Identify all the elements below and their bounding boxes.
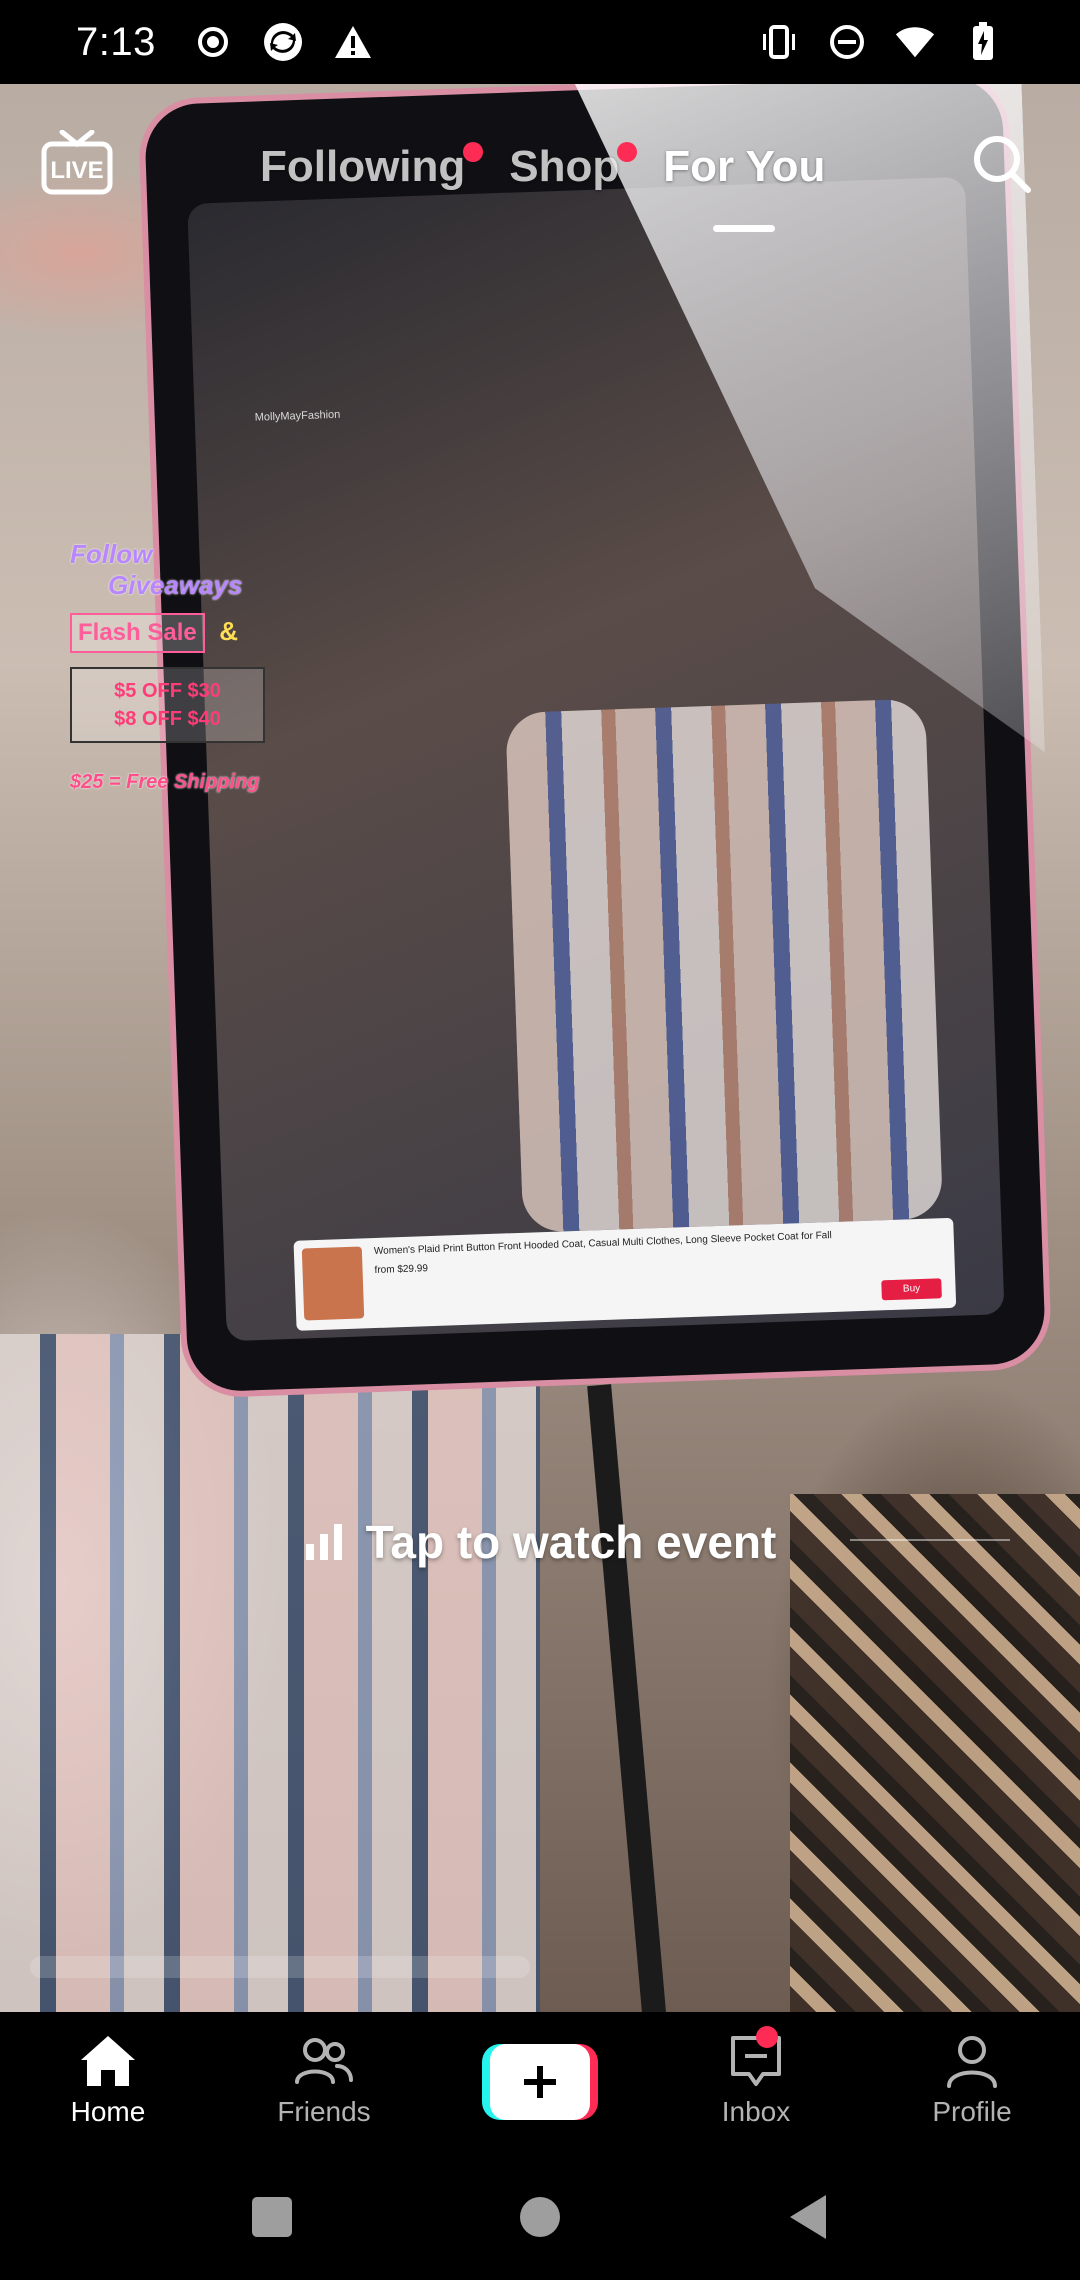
create-button[interactable] [482, 2044, 598, 2120]
back-button[interactable] [784, 2193, 832, 2241]
status-time: 7:13 [76, 19, 156, 64]
status-bar: 7:13 [0, 0, 1080, 84]
plus-icon [524, 2066, 556, 2098]
tap-to-watch-text: Tap to watch event [365, 1516, 777, 1568]
promo-flash-sale: Flash Sale [70, 613, 205, 653]
video-progress-track[interactable] [30, 1956, 530, 1978]
screen-product-card: Women's Plaid Print Button Front Hooded … [293, 1217, 957, 1331]
tripod-pole [587, 1384, 667, 2012]
promo-discount-2: $8 OFF $40 [114, 708, 221, 730]
square-icon [252, 2197, 292, 2237]
recents-button[interactable] [248, 2193, 296, 2241]
create-button-face [490, 2044, 590, 2120]
tab-for-you[interactable]: For You [663, 142, 826, 232]
tab-shop-label: Shop [509, 142, 620, 191]
status-left-icons [192, 21, 374, 63]
promo-discount-box: $5 OFF $30 $8 OFF $40 [70, 667, 265, 743]
nav-friends-label: Friends [277, 2096, 371, 2127]
screen-username: MollyMayFashion [254, 408, 341, 424]
tab-following-label: Following [260, 142, 466, 191]
promo-ampersand: & [219, 616, 238, 646]
top-nav: LIVE Following Shop For You [0, 84, 1080, 234]
warning-icon [332, 21, 374, 63]
promo-overlay: Follow Giveaways Flash Sale & $5 OFF $30… [70, 539, 300, 794]
live-bars-icon [304, 1522, 344, 1562]
system-nav [0, 2154, 1080, 2280]
tab-shop[interactable]: Shop [509, 142, 638, 192]
nav-tabs: Following Shop For You [260, 142, 826, 232]
promo-discount-1: $5 OFF $30 [114, 680, 221, 702]
nav-profile-label: Profile [932, 2096, 1012, 2127]
circle-icon [520, 2197, 560, 2237]
screen-product-thumb [301, 1246, 365, 1321]
promo-giveaways: Giveaways [108, 570, 243, 600]
live-icon[interactable]: LIVE [40, 129, 114, 196]
live-video[interactable]: MollyMayFashion Women's Plaid Print Butt… [0, 84, 1080, 2012]
back-triangle-icon [790, 2195, 826, 2239]
nav-friends[interactable]: Friends [216, 2012, 432, 2154]
nav-home-label: Home [70, 2096, 146, 2127]
active-tab-underline [713, 225, 776, 232]
screen-buy-button: Buy [881, 1278, 942, 1301]
nav-create[interactable] [432, 2012, 648, 2154]
nav-profile[interactable]: Profile [864, 2012, 1080, 2154]
background-shirt [790, 1494, 1080, 2012]
vibrate-icon [758, 21, 800, 63]
promo-follow: Follow [70, 539, 153, 569]
wifi-icon [894, 21, 936, 63]
battery-icon [962, 21, 1004, 63]
tap-to-watch-banner[interactable]: Tap to watch event [0, 1515, 1080, 1569]
nav-inbox-label: Inbox [721, 2096, 791, 2127]
status-right-icons [758, 21, 1004, 63]
tab-following[interactable]: Following [260, 142, 484, 192]
inbox-notification-dot [756, 2026, 778, 2048]
tablet-plaid-reflection [505, 698, 944, 1233]
tab-following-dot [463, 142, 484, 162]
background-shirt [0, 1334, 540, 2012]
record-icon [192, 21, 234, 63]
home-icon [81, 2036, 135, 2086]
bottom-nav: Home Friends Inbox Profile [0, 2012, 1080, 2154]
sync-app-icon [262, 21, 304, 63]
nav-inbox[interactable]: Inbox [648, 2012, 864, 2154]
tab-shop-dot [617, 142, 638, 162]
decorative-line [850, 1539, 1010, 1541]
search-icon[interactable] [970, 132, 1034, 196]
tab-for-you-label: For You [663, 142, 826, 191]
do-not-disturb-icon [826, 21, 868, 63]
live-label: LIVE [50, 157, 103, 184]
profile-icon [947, 2036, 997, 2088]
friends-icon [295, 2038, 353, 2084]
promo-shipping: $25 = Free Shipping [70, 771, 260, 793]
nav-home[interactable]: Home [0, 2012, 216, 2154]
home-system-button[interactable] [516, 2193, 564, 2241]
